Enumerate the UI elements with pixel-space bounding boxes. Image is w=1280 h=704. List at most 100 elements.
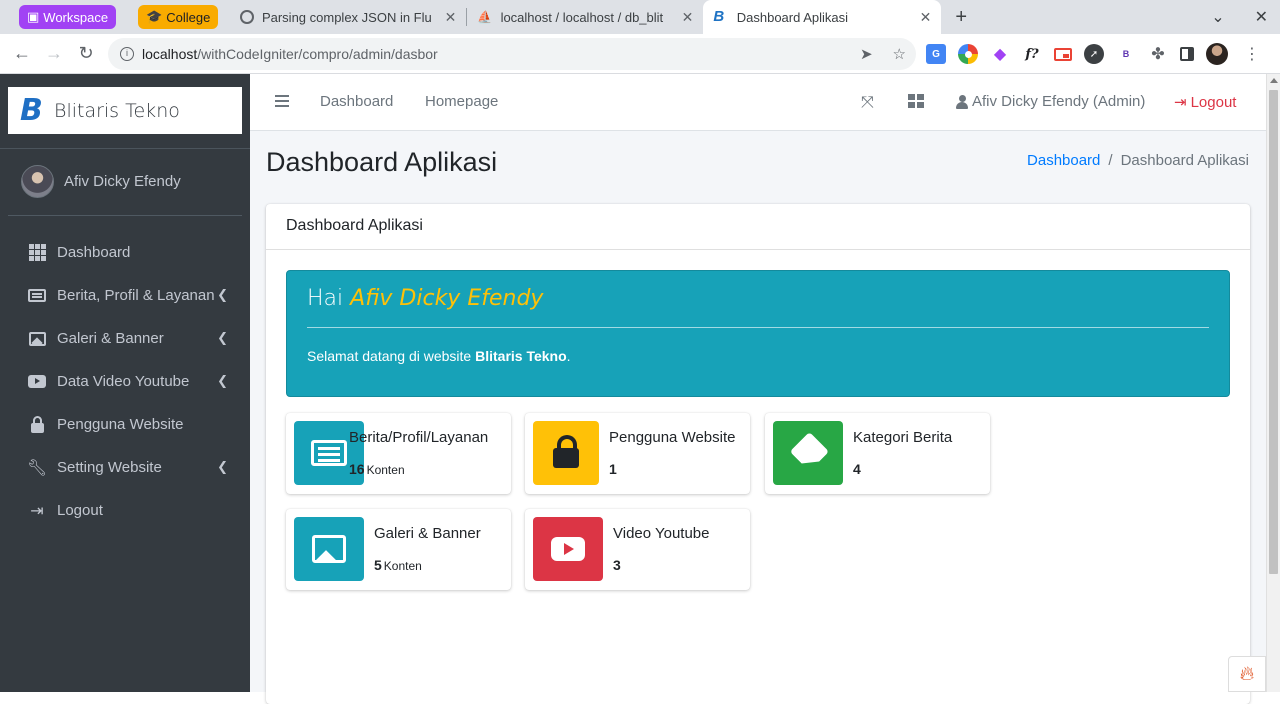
nav-homepage-link[interactable]: Homepage [425,93,498,110]
info-box-label: Galeri & Banner [374,525,481,542]
sidebar-item-logout[interactable]: ⇥ Logout [8,489,242,532]
card-header: Dashboard Aplikasi [266,204,1250,250]
side-panel-icon[interactable] [1180,47,1194,61]
translate-extension-icon[interactable]: G [926,44,946,64]
sidebar-item-label: Logout [57,502,103,519]
more-menu-icon[interactable]: ⋮ [1244,44,1260,64]
sidebar-item-galeri[interactable]: Galeri & Banner ❮ [8,317,242,360]
dashboard-card: Dashboard Aplikasi Hai Afiv Dicky Efendy… [266,204,1250,704]
user-icon [956,94,968,109]
font-extension-icon[interactable]: f? [1022,44,1042,64]
breadcrumb-link-dashboard[interactable]: Dashboard [1027,152,1100,169]
sidebar-item-berita[interactable]: Berita, Profil & Layanan ❮ [8,274,242,317]
cursor-extension-icon[interactable]: ➚ [1084,44,1104,64]
info-box-value: 3 [613,557,621,573]
puzzle-icon[interactable]: ✤ [1148,44,1168,64]
browser-tab-active[interactable]: B Dashboard Aplikasi ✕ [703,0,942,34]
welcome-callout: Hai Afiv Dicky Efendy Selamat datang di … [286,270,1230,397]
info-icon[interactable]: i [120,47,134,61]
nav-user-menu[interactable]: Afiv Dicky Efendy (Admin) [956,93,1145,110]
sidebar-item-pengguna[interactable]: Pengguna Website [8,403,242,446]
apps-grid-icon[interactable] [908,94,924,108]
info-box-label: Pengguna Website [609,429,736,446]
phpmyadmin-icon: ⛵ [477,10,493,24]
browser-tabstrip: ▣ Workspace 🎓 College Parsing complex JS… [0,0,1280,34]
breadcrumb-separator: / [1108,152,1113,169]
chevron-down-icon[interactable]: ⌄ [1211,7,1224,27]
browser-toolbar: ← → ↻ i localhost/withCodeIgniter/compro… [0,34,1280,74]
browser-tab[interactable]: Parsing complex JSON in Flut ✕ [230,0,466,34]
brand-text: Blitaris Tekno [54,99,180,122]
address-bar[interactable]: i localhost/withCodeIgniter/compro/admin… [108,38,916,70]
scroll-up-arrow-icon[interactable] [1270,78,1278,83]
tab-group-workspace[interactable]: ▣ Workspace [19,5,117,29]
codeigniter-flame-icon[interactable]: 🔥︎ [1228,656,1266,692]
images-icon [294,517,364,581]
user-panel[interactable]: Afiv Dicky Efendy [21,165,181,198]
graduation-cap-icon: 🎓 [146,9,163,24]
sidebar-item-label: Dashboard [57,244,131,261]
chevron-left-icon: ❮ [217,287,228,302]
tab-group-label: College [166,9,211,25]
sidebar-item-setting[interactable]: 🔧︎ Setting Website ❮ [8,446,242,489]
info-box-kategori[interactable]: Kategori Berita 4 [765,413,990,494]
omnibox-actions: ➤ ☆ [860,45,906,63]
divider [8,215,242,216]
user-name: Afiv Dicky Efendy [64,173,181,190]
info-box-value: 1 [609,461,617,477]
welcome-message: Selamat datang di website Blitaris Tekno… [307,348,571,364]
info-box-label: Berita/Profil/Layanan [349,429,489,446]
sidebar-item-label: Pengguna Website [57,416,184,433]
window-controls: ⌄ ✕ [1211,0,1280,34]
profile-avatar[interactable] [1206,43,1228,65]
close-icon[interactable]: ✕ [682,9,694,26]
send-icon[interactable]: ➤ [860,45,873,63]
chevron-left-icon: ❮ [217,330,228,345]
sign-out-icon: ⇥ [30,502,44,520]
color-picker-extension-icon[interactable] [958,44,978,64]
scroll-thumb[interactable] [1269,90,1278,574]
tab-title: Dashboard Aplikasi [736,9,849,25]
close-icon[interactable]: ✕ [920,9,932,26]
sidebar-item-dashboard[interactable]: Dashboard [8,231,242,274]
info-box-pengguna[interactable]: Pengguna Website 1 [525,413,750,494]
greeting-name: Afiv Dicky Efendy [350,286,544,311]
url-path: /withCodeIgniter/compro/admin/dasbor [197,46,438,62]
content-wrapper: Dashboard Aplikasi Dashboard / Dashboard… [250,131,1266,704]
info-box-value: 5 Konten [374,557,422,573]
info-box-value: 4 [853,461,861,477]
reload-icon[interactable]: ↻ [70,43,102,64]
chevron-left-icon: ❮ [217,459,228,474]
page-scrollbar[interactable] [1266,74,1280,692]
cube-extension-icon[interactable]: ◆ [990,44,1010,64]
back-icon[interactable]: ← [6,43,38,64]
divider [0,148,250,149]
hamburger-menu-icon[interactable] [275,95,289,107]
globe-icon [240,10,254,24]
browser-tab[interactable]: ⛵ localhost / localhost / db_blit ✕ [467,0,703,34]
close-window-icon[interactable]: ✕ [1255,7,1268,27]
wrench-icon: 🔧︎ [26,459,48,477]
bootstrap-extension-icon[interactable]: B [1116,44,1136,64]
forward-icon[interactable]: → [38,43,70,64]
fullscreen-icon[interactable]: ⤧ [861,94,874,112]
info-box-berita[interactable]: Berita/Profil/Layanan 16 Konten [286,413,511,494]
info-box-video[interactable]: Video Youtube 3 [525,509,750,590]
lock-icon [28,415,46,434]
sidebar-item-video[interactable]: Data Video Youtube ❮ [8,360,242,403]
sidebar-item-label: Data Video Youtube [57,373,190,390]
star-icon[interactable]: ☆ [893,45,906,63]
newspaper-icon [28,287,46,305]
tab-title: localhost / localhost / db_blit [500,9,664,25]
breadcrumb-current: Dashboard Aplikasi [1120,152,1249,169]
logout-button[interactable]: ⇥ Logout [1174,93,1236,112]
breadcrumb: Dashboard / Dashboard Aplikasi [1027,152,1249,169]
info-box-galeri[interactable]: Galeri & Banner 5 Konten [286,509,511,590]
picture-in-picture-icon[interactable] [1054,47,1072,61]
close-icon[interactable]: ✕ [445,9,457,26]
new-tab-icon[interactable]: + [955,6,967,29]
nav-dashboard-link[interactable]: Dashboard [320,93,393,110]
tab-group-college[interactable]: 🎓 College [138,5,219,29]
tab-group-label: Workspace [43,9,109,25]
brand-link[interactable]: B Blitaris Tekno [8,87,242,134]
